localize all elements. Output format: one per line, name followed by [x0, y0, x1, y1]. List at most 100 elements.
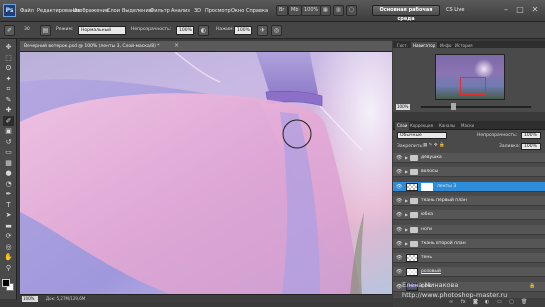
cs-live-button[interactable]: CS Live	[446, 5, 464, 16]
maximize-icon[interactable]: □	[514, 4, 526, 16]
visibility-eye-icon[interactable]: 👁	[396, 255, 402, 261]
fill-field[interactable]: 100%	[521, 143, 541, 150]
eraser-icon[interactable]: ▭	[3, 147, 14, 157]
navigator-slider-handle[interactable]	[451, 103, 456, 110]
healing-icon[interactable]: ✚	[3, 105, 14, 115]
history-brush-icon[interactable]: ↺	[3, 137, 14, 147]
menu-file[interactable]: Файл	[20, 8, 34, 14]
workspace-button[interactable]: Основная рабочая среда	[372, 5, 440, 22]
layer-row[interactable]: 👁 ▶ волосы	[393, 167, 545, 178]
expand-chevron-icon[interactable]: ▶	[405, 227, 408, 232]
tablet-opacity-icon[interactable]: ◐	[198, 25, 209, 36]
menu-image[interactable]: Изображение	[73, 8, 109, 14]
menu-layers[interactable]: Слои	[107, 8, 120, 14]
close-icon[interactable]: ✕	[529, 4, 541, 16]
crop-icon[interactable]: ⌗	[3, 84, 14, 94]
bridge-button[interactable]: Br	[276, 5, 288, 16]
layer-opacity-field[interactable]: 100%	[521, 132, 541, 139]
layer-row[interactable]: 👁 ▶ ноги	[393, 224, 545, 235]
type-icon[interactable]: T	[3, 200, 14, 210]
3d-rotate-icon[interactable]: ⟳	[3, 231, 14, 241]
layer-row[interactable]: 👁 тень	[393, 253, 545, 264]
layer-thumbnail[interactable]	[406, 268, 418, 277]
tab-adjustments[interactable]: Коррекция	[408, 122, 435, 130]
menu-view[interactable]: Просмотр	[205, 8, 231, 14]
brush-panel-icon[interactable]: ▤	[40, 25, 51, 36]
move-icon[interactable]: ✥	[3, 42, 14, 52]
minibridge-button[interactable]: Mb	[288, 5, 302, 16]
app-logo: Ps	[3, 4, 16, 17]
lock-icons[interactable]: ▦ ✎ ✥ 🔒	[423, 143, 445, 148]
menu-window[interactable]: Окно	[231, 8, 244, 14]
layer-row[interactable]: 👁 ▶ юбка	[393, 210, 545, 221]
arrange-docs-button[interactable]: ▥	[333, 5, 344, 16]
navigator-zoom-slider[interactable]	[421, 106, 531, 108]
document-tab[interactable]: Вечерний ветерок.psd @ 100% (ленты 3, Сл…	[20, 41, 392, 52]
dodge-icon[interactable]: ◔	[3, 179, 14, 189]
visibility-eye-icon[interactable]: 👁	[396, 198, 402, 204]
tab-channels[interactable]: Каналы	[437, 122, 457, 130]
layer-row[interactable]: 👁 ▶ ткань первый план	[393, 195, 545, 206]
brush-size-value[interactable]: 30	[24, 27, 30, 32]
marquee-icon[interactable]: ⬚	[3, 53, 14, 63]
view-extras-button[interactable]: ▦	[320, 5, 331, 16]
blend-mode-select[interactable]: Обычные	[397, 132, 447, 139]
expand-chevron-icon[interactable]: ▶	[405, 198, 408, 203]
path-select-icon[interactable]: ➤	[3, 210, 14, 220]
menu-filter[interactable]: Фильтр	[150, 8, 170, 14]
lasso-icon[interactable]: ʘ	[3, 63, 14, 73]
minimize-icon[interactable]: –	[500, 4, 512, 16]
document-close-icon[interactable]: ×	[174, 42, 179, 49]
brush-icon[interactable]: ✐	[3, 115, 14, 126]
layer-row[interactable]: 👁 ▶ девушка	[393, 153, 545, 163]
blur-icon[interactable]: ●	[3, 168, 14, 178]
flow-field[interactable]: 100%	[234, 26, 252, 35]
tab-masks[interactable]: Маски	[459, 122, 476, 130]
shape-icon[interactable]: ▬	[3, 221, 14, 231]
visibility-eye-icon[interactable]: 👁	[396, 155, 402, 161]
menu-help[interactable]: Справка	[246, 8, 268, 14]
magic-wand-icon[interactable]: ✦	[3, 74, 14, 84]
foreground-color-swatch[interactable]	[2, 279, 10, 287]
layer-name: ленты 3	[437, 183, 457, 189]
visibility-eye-icon[interactable]: 👁	[396, 227, 402, 233]
brush-preset-icon[interactable]: ✐	[4, 25, 15, 36]
zoom-level-field[interactable]: 100%	[301, 5, 322, 16]
navigator-view-frame[interactable]	[460, 77, 486, 95]
eyedropper-icon[interactable]: ✎	[3, 95, 14, 105]
layer-thumbnail[interactable]	[406, 254, 418, 263]
stamp-icon[interactable]: ▣	[3, 126, 14, 136]
menu-select[interactable]: Выделение	[122, 8, 152, 14]
expand-chevron-icon[interactable]: ▶	[405, 212, 408, 217]
mode-select[interactable]: Нормальный	[78, 26, 126, 35]
layer-mask-thumbnail[interactable]	[421, 182, 433, 191]
layer-row[interactable]: 👁 ленты 3	[393, 181, 545, 192]
layer-row[interactable]: 👁 розовый	[393, 267, 545, 278]
visibility-eye-icon[interactable]: 👁	[396, 269, 402, 275]
navigator-thumbnail[interactable]	[435, 54, 505, 100]
layer-row[interactable]: 👁 ▶ ткань второй план	[393, 238, 545, 249]
airbrush-icon[interactable]: ✈	[257, 25, 268, 36]
menu-analysis[interactable]: Анализ	[171, 8, 190, 14]
pen-icon[interactable]: ✒	[3, 189, 14, 199]
visibility-eye-icon[interactable]: 👁	[396, 169, 402, 175]
document-info[interactable]: Док: 5,27М/129,6М	[46, 296, 85, 301]
visibility-eye-icon[interactable]: 👁	[396, 184, 402, 190]
hand-icon[interactable]: ✋	[3, 252, 14, 262]
expand-chevron-icon[interactable]: ▶	[405, 169, 408, 174]
expand-chevron-icon[interactable]: ▶	[405, 155, 408, 160]
visibility-eye-icon[interactable]: 👁	[396, 241, 402, 247]
3d-orbit-icon[interactable]: ◎	[3, 242, 14, 252]
layer-thumbnail[interactable]	[406, 182, 418, 191]
menu-3d[interactable]: 3D	[194, 8, 201, 14]
gradient-icon[interactable]: ▦	[3, 158, 14, 168]
expand-chevron-icon[interactable]: ▶	[405, 241, 408, 246]
visibility-eye-icon[interactable]: 👁	[396, 212, 402, 218]
opacity-field[interactable]: 100%	[176, 26, 194, 35]
navigator-zoom-field[interactable]: 100%	[396, 104, 410, 110]
document-canvas[interactable]	[20, 52, 392, 294]
canvas-zoom-field[interactable]: 100%	[22, 296, 38, 302]
zoom-icon[interactable]: ⚲	[3, 263, 14, 273]
tablet-size-icon[interactable]: ◎	[271, 25, 282, 36]
screen-mode-button[interactable]: ▢	[346, 5, 357, 16]
